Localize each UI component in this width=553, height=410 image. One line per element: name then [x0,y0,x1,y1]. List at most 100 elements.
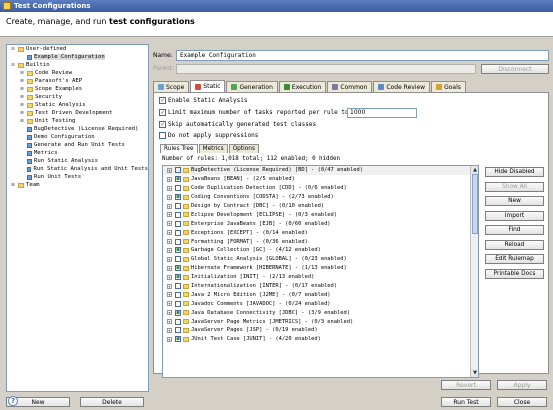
rule-checkbox[interactable] [175,185,181,192]
expand-plus-icon[interactable]: + [167,247,172,253]
run-test-button[interactable]: Run Test [441,397,491,407]
expand-plus-icon[interactable]: + [167,292,172,298]
tree-item[interactable]: ⊞ Team [7,181,148,189]
tab-common[interactable]: Common [327,81,373,92]
rule-category-row[interactable]: + ■ JavaBeans [BEAN] - (2/5 enabled) [163,175,478,184]
subtab-options[interactable]: Options [228,144,259,153]
rule-category-row[interactable]: + Formatting [FORMAT] - (0/36 enabled) [163,237,478,246]
expand-plus-icon[interactable]: + [167,167,172,173]
scroll-thumb[interactable] [472,174,478,234]
tab-static[interactable]: Static [190,80,226,92]
rule-category-row[interactable]: + JavaServer Page Metrics [JMETRICS] - (0… [163,317,478,326]
subtab-metrics[interactable]: Metrics [198,144,228,153]
tree-item[interactable]: ⊞ Static Analysis [7,101,148,109]
rule-category-row[interactable]: + Design by Contract [DBC] - (0/10 enable… [163,202,478,211]
tree-item[interactable]: Run Static Analysis and Unit Tests [7,165,148,173]
tab-code-review[interactable]: Code Review [373,81,431,92]
tab-generation[interactable]: Generation [226,81,278,92]
delete-config-button[interactable]: Delete [80,397,144,407]
rule-checkbox[interactable] [175,203,181,209]
rule-checkbox[interactable] [175,211,181,218]
rule-checkbox[interactable]: ■ [175,265,181,272]
rule-checkbox[interactable] [175,238,181,245]
hide-disabled-button[interactable]: Hide Disabled [485,167,544,177]
tree-item[interactable]: ⊞ Code Review [7,69,148,77]
expand-plus-icon[interactable]: + [167,212,172,218]
skip-generated-checkbox[interactable]: ✓ Skip automatically generated test clas… [159,121,316,128]
tree-item[interactable]: ⊞ Parasoft's AEP [7,77,148,85]
reload-button[interactable]: Reload [485,239,544,250]
rule-checkbox[interactable]: ■ [175,336,181,343]
config-tree[interactable]: ⊟ User-defined Example Configuration ⊟ Built… [6,44,149,392]
tree-item[interactable]: ⊟ Builtin [7,61,148,69]
rule-checkbox[interactable] [175,167,181,174]
rule-category-row[interactable]: + Code Duplication Detection [CDD] - (0/6… [163,184,478,193]
rule-category-row[interactable]: + Exceptions [EXCEPT] - (0/14 enabled) [163,228,478,237]
apply-button[interactable]: Apply [497,380,547,390]
disconnect-button[interactable]: Disconnect [481,64,549,74]
rule-category-row[interactable]: + BugDetective (License Required) [BD] - … [163,166,478,175]
expand-toggle-icon[interactable]: ⊟ [10,62,16,68]
enable-static-checkbox[interactable]: ✓ Enable Static Analysis [159,97,247,104]
expand-plus-icon[interactable]: + [167,185,172,191]
expand-toggle-icon[interactable]: ⊞ [19,70,25,76]
expand-toggle-icon[interactable]: ⊞ [19,86,25,92]
expand-plus-icon[interactable]: + [167,310,172,316]
expand-toggle-icon[interactable]: ⊞ [19,94,25,100]
rule-checkbox[interactable] [175,256,181,263]
rule-category-row[interactable]: + Javadoc Comments [JAVADOC] - (0/24 enab… [163,299,478,308]
tree-item[interactable]: ⊟ User-defined [7,45,148,53]
rule-checkbox[interactable] [175,291,181,298]
tree-item[interactable]: Demo Configuration [7,133,148,141]
expand-plus-icon[interactable]: + [167,274,172,280]
tree-item[interactable]: ⊞ Unit Testing [7,117,148,125]
limit-tasks-checkbox[interactable]: ✓ Limit maximum number of tasks reported… [159,109,352,116]
edit-rulemap-button[interactable]: Edit Rulemap [485,254,544,264]
rule-category-row[interactable]: + ■ Hibernate Framework [HIBERNATE] - (1/1… [163,264,478,273]
rule-checkbox[interactable] [175,229,181,236]
new-button[interactable]: New [485,196,544,206]
expand-plus-icon[interactable]: + [167,230,172,236]
rule-category-row[interactable]: + ■ Initialization [INIT] - (2/13 enabled) [163,273,478,282]
rule-category-row[interactable]: + Java 2 Micro Edition [J2ME] - (0/7 enab… [163,290,478,299]
no-suppressions-checkbox[interactable]: Do not apply suppressions [159,132,258,139]
rule-category-row[interactable]: + Enterprise JavaBeans [EJB] - (0/60 enab… [163,219,478,228]
rule-checkbox[interactable] [175,300,181,307]
rules-tree[interactable]: + BugDetective (License Required) [BD] - … [162,165,479,378]
expand-toggle-icon[interactable]: ⊞ [19,110,25,116]
expand-plus-icon[interactable]: + [167,336,172,342]
rule-category-row[interactable]: + JavaServer Pages [JSP] - (0/19 enabled) [163,326,478,335]
expand-toggle-icon[interactable]: ⊞ [19,118,25,124]
subtab-rules-tree[interactable]: Rules Tree [160,144,198,153]
tree-item[interactable]: Example Configuration [7,53,148,61]
scroll-up-icon[interactable]: ▲ [471,166,478,174]
rule-checkbox[interactable]: ■ [175,247,181,254]
tree-item[interactable]: Run Unit Tests [7,173,148,181]
expand-plus-icon[interactable]: + [167,176,172,182]
expand-plus-icon[interactable]: + [167,327,172,333]
rule-checkbox[interactable] [175,327,181,334]
show-all-button[interactable]: Show All [485,181,544,192]
expand-plus-icon[interactable]: + [167,239,172,245]
tab-goals[interactable]: Goals [431,81,466,92]
expand-toggle-icon[interactable]: ⊞ [10,182,16,188]
revert-button[interactable]: Revert [441,380,491,390]
expand-plus-icon[interactable]: + [167,319,172,325]
name-field[interactable]: Example Configuration [176,50,549,61]
expand-plus-icon[interactable]: + [167,203,172,209]
expand-plus-icon[interactable]: + [167,301,172,307]
tree-item[interactable]: Metrics [7,149,148,157]
expand-plus-icon[interactable]: + [167,256,172,262]
rule-category-row[interactable]: + Global Static Analysis [GLOBAL] - (0/23… [163,255,478,264]
rule-checkbox[interactable]: ■ [175,176,181,183]
expand-plus-icon[interactable]: + [167,283,172,289]
expand-toggle-icon[interactable]: ⊞ [19,78,25,84]
expand-plus-icon[interactable]: + [167,265,172,271]
rule-category-row[interactable]: + ■ Java Database Connectivity [JDBC] - (3… [163,308,478,317]
rule-checkbox[interactable]: ■ [175,194,181,201]
printable-docs-button[interactable]: Printable Docs [485,268,544,279]
rule-checkbox[interactable] [175,318,181,325]
rule-category-row[interactable]: + ■ Garbage Collection [GC] - (4/12 enable… [163,246,478,255]
rule-category-row[interactable]: + ■ Coding Conventions [CODSTA] - (2/73 en… [163,193,478,202]
expand-toggle-icon[interactable]: ⊟ [10,46,16,52]
